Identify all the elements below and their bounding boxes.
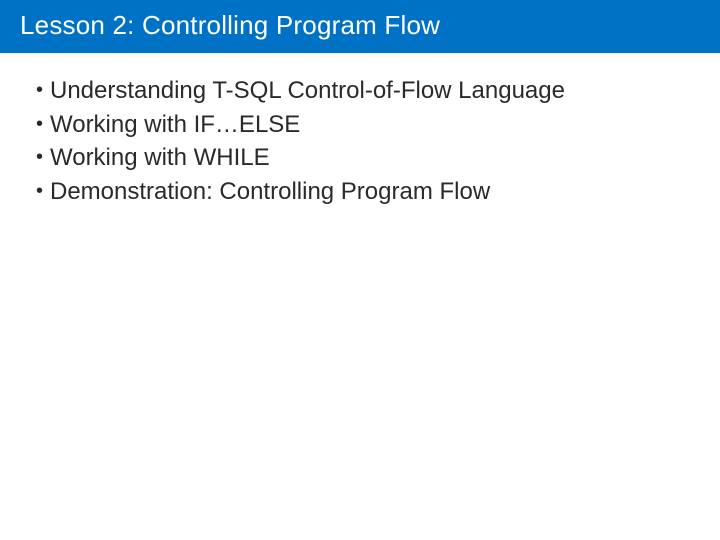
bullet-text: Understanding T-SQL Control-of-Flow Lang… [50, 77, 565, 104]
slide-content: Understanding T-SQL Control-of-Flow Lang… [0, 53, 720, 208]
slide-title-bar: Lesson 2: Controlling Program Flow [0, 0, 720, 53]
bullet-text: Demonstration: Controlling Program Flow [50, 178, 490, 205]
list-item: Understanding T-SQL Control-of-Flow Lang… [36, 75, 690, 107]
slide-title: Lesson 2: Controlling Program Flow [20, 10, 440, 40]
slide: Lesson 2: Controlling Program Flow Under… [0, 0, 720, 540]
bullet-text: Working with WHILE [50, 144, 270, 171]
bullet-text: Working with IF…ELSE [50, 111, 300, 138]
list-item: Working with IF…ELSE [36, 109, 690, 141]
bullet-list: Understanding T-SQL Control-of-Flow Lang… [36, 75, 690, 208]
list-item: Working with WHILE [36, 142, 690, 174]
list-item: Demonstration: Controlling Program Flow [36, 176, 690, 208]
